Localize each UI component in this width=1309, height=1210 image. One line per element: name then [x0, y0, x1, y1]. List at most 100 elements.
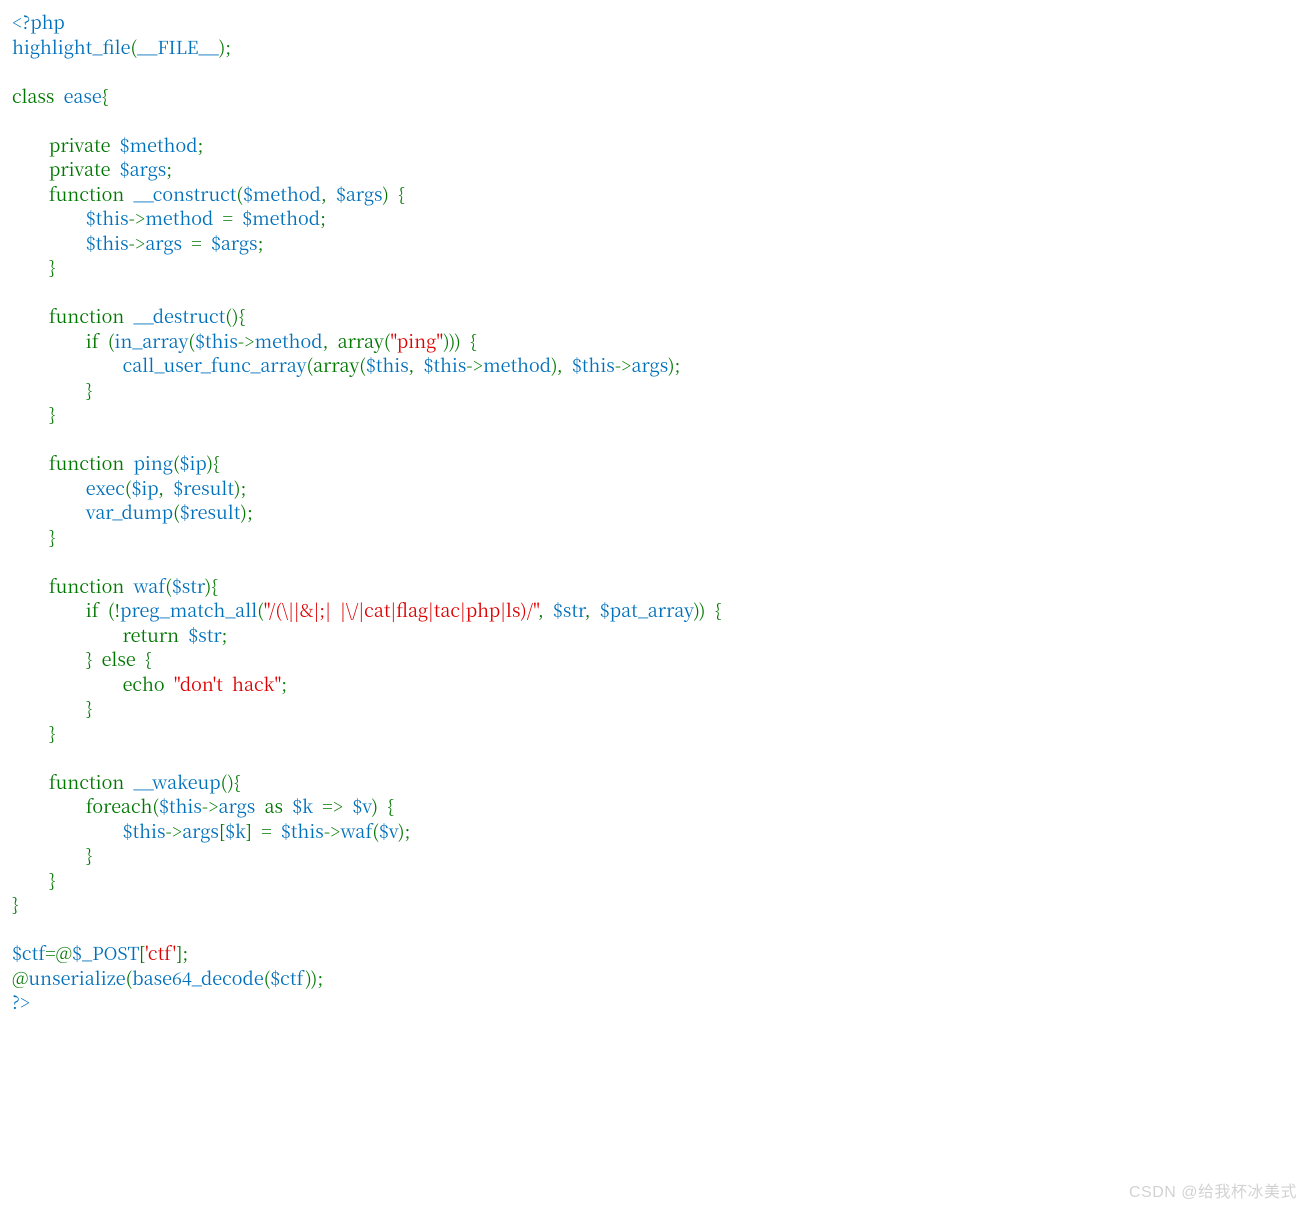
code-token: __destruct: [133, 303, 225, 329]
code-token: "/(\||&|;| |\/|cat|flag|tac|php|ls)/": [264, 597, 538, 623]
code-token: preg_match_all: [120, 597, 257, 623]
code-token: __construct: [133, 181, 236, 207]
code-token: method: [255, 328, 323, 354]
code-token: ),: [551, 352, 572, 378]
code-token: 'ctf': [145, 940, 176, 966]
code-token: ))) {: [443, 328, 477, 354]
code-token: $result: [180, 499, 241, 525]
code-token: as: [264, 793, 292, 819]
code-token: call_user_func_array: [123, 352, 307, 378]
code-token: }: [12, 842, 92, 868]
code-token: }: [12, 254, 56, 280]
code-token: $this: [572, 352, 615, 378]
code-token: [12, 818, 123, 844]
code-token: ->: [129, 205, 146, 231]
code-token: foreach(: [12, 793, 159, 819]
code-token: if (!: [12, 597, 120, 623]
code-token: )) {: [693, 597, 721, 623]
code-token: var_dump: [86, 499, 173, 525]
code-token: __FILE__: [137, 34, 219, 60]
code-token: ){: [206, 450, 219, 476]
code-token: ->: [129, 230, 146, 256]
code-token: ,: [321, 181, 336, 207]
code-token: $result: [173, 475, 234, 501]
code-token: $v: [379, 818, 398, 844]
code-token: $_POST: [72, 940, 139, 966]
code-token: (){: [225, 303, 245, 329]
code-token: $v: [352, 793, 371, 819]
code-token: $this: [86, 230, 129, 256]
code-token: $this: [195, 328, 238, 354]
code-token: $this: [366, 352, 409, 378]
code-token: $str: [553, 597, 585, 623]
code-token: $method: [243, 181, 321, 207]
code-token: ;: [320, 205, 326, 231]
code-token: $this: [123, 818, 166, 844]
code-token: $method: [120, 132, 198, 158]
code-token: $this: [159, 793, 202, 819]
code-token: }: [12, 524, 56, 550]
php-source-code: <?php highlight_file(__FILE__); class ea…: [0, 0, 1309, 1025]
code-token: exec: [86, 475, 125, 501]
code-token: }: [12, 867, 56, 893]
code-token: $this: [281, 818, 324, 844]
code-token: ->: [324, 818, 341, 844]
code-token: ->: [238, 328, 255, 354]
code-token: [12, 475, 86, 501]
code-token: function: [12, 450, 133, 476]
code-token: $args: [120, 156, 167, 182]
code-token: , array(: [323, 328, 391, 354]
code-token: ->: [166, 818, 183, 844]
code-token: $this: [423, 352, 466, 378]
code-token: =>: [322, 793, 352, 819]
code-token: =: [191, 230, 211, 256]
code-token: ,: [408, 352, 423, 378]
code-token: $ctf: [270, 965, 305, 991]
code-token: ,: [158, 475, 173, 501]
code-token: [12, 352, 123, 378]
code-token: [12, 499, 86, 525]
code-token: $ctf: [12, 940, 45, 966]
code-token: function: [12, 573, 133, 599]
code-token: ;: [281, 671, 287, 697]
code-token: class: [12, 83, 64, 109]
code-token: $this: [86, 205, 129, 231]
code-token: waf: [133, 573, 165, 599]
code-token: $method: [242, 205, 320, 231]
code-token: ){: [205, 573, 218, 599]
code-token: function: [12, 303, 133, 329]
code-token: ;: [166, 156, 172, 182]
code-token: );: [240, 499, 252, 525]
code-token: } else {: [12, 646, 152, 672]
code-token: in_array: [114, 328, 188, 354]
code-token: {: [102, 83, 109, 109]
code-token: $args: [211, 230, 258, 256]
code-token: ,: [538, 597, 553, 623]
code-token: args: [632, 352, 668, 378]
code-token: args: [182, 818, 219, 844]
code-token: );: [668, 352, 680, 378]
code-token: [12, 205, 86, 231]
code-token: }: [12, 401, 56, 427]
code-token: }: [12, 720, 56, 746]
code-token: @: [12, 965, 28, 991]
code-token: unserialize: [28, 965, 125, 991]
code-token: }: [12, 695, 92, 721]
code-token: ) {: [382, 181, 405, 207]
code-token: function: [12, 769, 133, 795]
code-token: $str: [172, 573, 205, 599]
code-token: $args: [336, 181, 382, 207]
code-token: $ip: [180, 450, 207, 476]
code-token: __wakeup: [133, 769, 220, 795]
code-token: );: [398, 818, 410, 844]
code-token: );: [234, 475, 246, 501]
code-token: if (: [12, 328, 114, 354]
code-token: private: [12, 156, 120, 182]
code-token: ease: [64, 83, 102, 109]
code-token: base64_decode: [132, 965, 264, 991]
watermark-text: CSDN @给我杯冰美式: [1129, 1178, 1297, 1202]
code-token: ->: [202, 793, 219, 819]
code-token: ping: [133, 450, 173, 476]
code-token: [12, 230, 86, 256]
code-token: ;: [198, 132, 204, 158]
